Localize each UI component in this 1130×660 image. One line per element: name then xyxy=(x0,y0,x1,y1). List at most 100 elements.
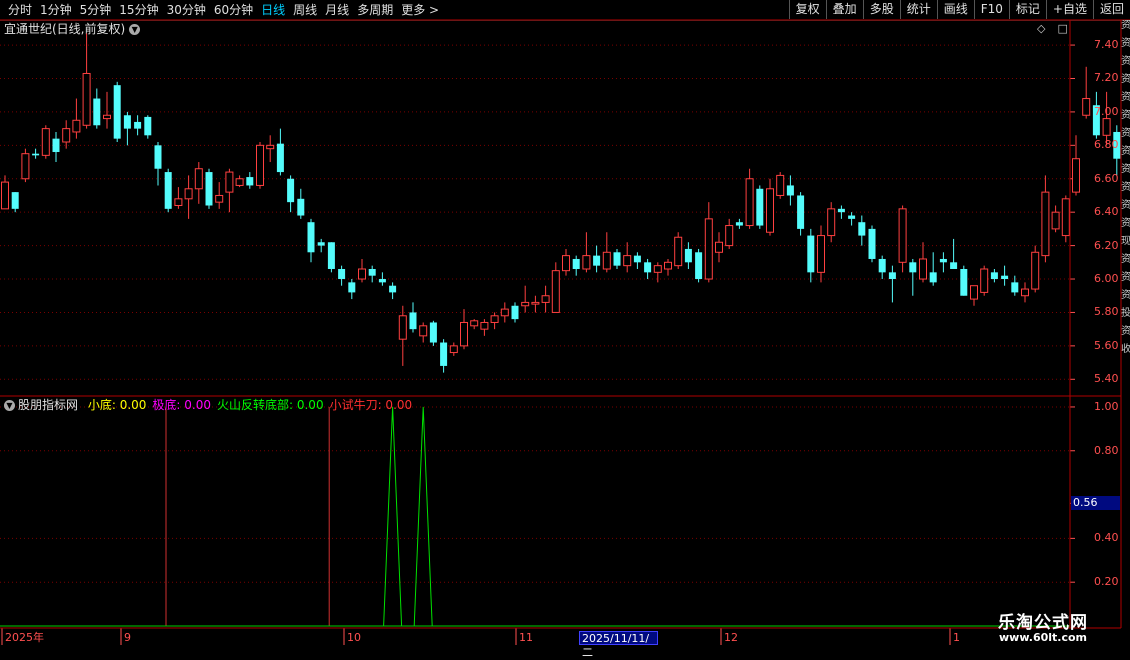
candle-body xyxy=(653,265,662,273)
candle xyxy=(990,268,998,283)
candle xyxy=(939,252,947,273)
candle xyxy=(398,305,407,366)
candle-body xyxy=(531,301,540,305)
candle xyxy=(52,131,60,163)
candle-body xyxy=(878,258,886,273)
candle xyxy=(235,175,244,188)
price-label: 5.40 xyxy=(1094,372,1119,386)
candle xyxy=(266,135,275,163)
candle-body xyxy=(613,252,621,266)
candle-body xyxy=(950,262,958,269)
candle xyxy=(72,98,81,139)
candle xyxy=(460,309,468,350)
candle xyxy=(572,255,580,276)
side-strip-char: 资 xyxy=(1121,92,1130,103)
candle-body xyxy=(144,116,152,136)
candle-body xyxy=(990,272,998,280)
candle-body xyxy=(1041,191,1050,257)
candle xyxy=(868,225,876,263)
candle-body xyxy=(1001,275,1009,280)
date-label: 2025年 xyxy=(5,631,44,644)
candle-body xyxy=(41,128,50,156)
candle-body xyxy=(593,255,601,266)
candle-body xyxy=(103,114,111,120)
candle xyxy=(490,312,499,330)
candle-body xyxy=(1031,251,1040,290)
candle xyxy=(848,212,856,226)
candle xyxy=(358,258,366,283)
candle-body xyxy=(541,295,550,303)
candle-body xyxy=(225,171,234,193)
candle-body xyxy=(827,208,836,237)
price-label: 6.80 xyxy=(1094,138,1119,152)
candle-body xyxy=(633,255,641,263)
indicator-name: 股朋指标网 xyxy=(18,398,79,412)
candle-body xyxy=(756,188,764,226)
candle-body xyxy=(960,268,968,296)
side-strip-char: 资 xyxy=(1121,38,1130,49)
candle xyxy=(256,141,264,189)
candle-body xyxy=(440,342,448,366)
candle xyxy=(756,185,764,229)
candle-body xyxy=(919,258,927,280)
date-label: 10 xyxy=(347,631,361,644)
indicator-value-1: 极底: 0.00 xyxy=(152,398,211,412)
candle-body xyxy=(551,270,560,313)
candle xyxy=(766,178,774,236)
candle xyxy=(11,192,19,213)
candle-body xyxy=(715,241,723,253)
side-strip-char: 收 xyxy=(1121,344,1130,355)
candle xyxy=(827,202,836,243)
candle-body xyxy=(429,322,437,343)
candle xyxy=(307,218,315,263)
side-info-strip[interactable]: 资资资资资资资资资资资资现资资资投资收 xyxy=(1121,20,1130,395)
candle-body xyxy=(358,268,366,280)
candle-body xyxy=(93,98,101,126)
candle xyxy=(205,168,213,209)
candle xyxy=(348,279,356,300)
candle xyxy=(858,215,866,246)
candle-body xyxy=(939,258,947,263)
candle xyxy=(511,302,519,323)
price-label: 6.20 xyxy=(1094,238,1119,252)
candle-body xyxy=(807,235,815,273)
candle-body xyxy=(389,285,397,293)
candle xyxy=(470,319,479,330)
candle xyxy=(929,252,937,286)
candle xyxy=(695,248,703,283)
candle xyxy=(327,242,335,273)
candle xyxy=(593,245,601,273)
cursor-value-box: 0.56 xyxy=(1071,496,1120,511)
date-label: 11 xyxy=(519,631,533,644)
candle-body xyxy=(398,315,407,340)
candle-body xyxy=(164,172,172,209)
candle-body xyxy=(246,177,254,186)
candle-body xyxy=(970,285,978,300)
candle-body xyxy=(674,236,683,267)
indicator-title[interactable]: ▼ 股朋指标网 小底: 0.00 极底: 0.00 火山反转底部: 0.00 小试牛刀:… xyxy=(4,398,412,412)
side-strip-char: 资 xyxy=(1121,182,1130,193)
candle-body xyxy=(307,222,315,253)
candle-body xyxy=(348,282,356,293)
candle-body xyxy=(409,312,417,330)
candle-body xyxy=(317,242,325,246)
candle xyxy=(429,320,437,346)
candle xyxy=(776,172,785,199)
indicator-label: 0.40 xyxy=(1094,531,1119,545)
candle xyxy=(715,232,723,263)
kline-chart[interactable] xyxy=(0,0,1130,650)
price-label: 6.00 xyxy=(1094,272,1119,286)
candle xyxy=(225,168,234,213)
candle xyxy=(602,232,611,273)
chevron-down-icon[interactable]: ▼ xyxy=(4,400,15,411)
candle xyxy=(164,168,172,213)
candle-body xyxy=(62,128,71,143)
candle-body xyxy=(909,262,917,273)
candle-body xyxy=(898,208,907,263)
candle-body xyxy=(449,345,458,354)
candle xyxy=(103,91,111,129)
indicator-label: 1.00 xyxy=(1094,399,1119,413)
price-label: 6.60 xyxy=(1094,171,1119,185)
candle xyxy=(909,258,917,296)
candle-body xyxy=(888,272,896,280)
